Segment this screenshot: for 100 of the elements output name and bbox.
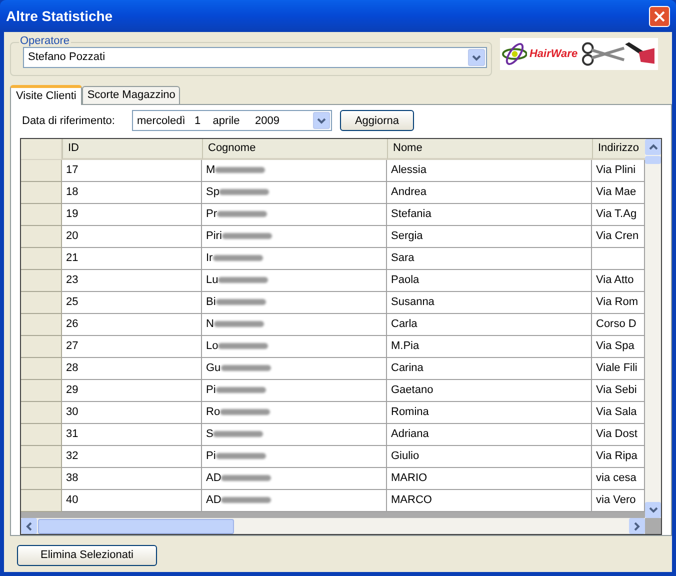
table-cell: 31: [62, 424, 202, 446]
table-cell: Via Sebi: [592, 380, 645, 402]
table-cell: Sp: [202, 182, 387, 204]
column-header[interactable]: Indirizzo: [592, 138, 645, 160]
vertical-scrollbar[interactable]: [645, 138, 661, 518]
tab[interactable]: Visite Clienti: [10, 85, 82, 105]
table-cell: via cesa: [592, 468, 645, 490]
table-cell: Via T.Ag: [592, 204, 645, 226]
table-cell: 17: [62, 160, 202, 182]
column-header[interactable]: Nome: [387, 138, 592, 160]
table-cell: Alessia: [387, 160, 592, 182]
table-cell: 25: [62, 292, 202, 314]
table-cell: 28: [62, 358, 202, 380]
row-header[interactable]: [21, 182, 62, 204]
row-header[interactable]: [21, 490, 62, 512]
row-header[interactable]: [21, 468, 62, 490]
table-cell: AD: [202, 468, 387, 490]
table-cell: Sara: [387, 248, 592, 270]
table-cell: 38: [62, 468, 202, 490]
chevron-down-icon: [472, 54, 481, 60]
chevron-up-icon: [648, 144, 658, 150]
chevron-left-icon: [26, 522, 32, 530]
table-cell: Pi: [202, 380, 387, 402]
chevron-right-icon: [634, 522, 640, 530]
tab[interactable]: Scorte Magazzino: [82, 86, 180, 104]
row-header[interactable]: [21, 204, 62, 226]
table-cell: 19: [62, 204, 202, 226]
table-cell: Pr: [202, 204, 387, 226]
chevron-down-icon: [648, 507, 658, 513]
table-cell: Paola: [387, 270, 592, 292]
row-header[interactable]: [21, 380, 62, 402]
table-cell: S: [202, 424, 387, 446]
table-cell: Pi: [202, 446, 387, 468]
table-cell: 40: [62, 490, 202, 512]
scroll-up-button[interactable]: [645, 138, 661, 155]
row-header[interactable]: [21, 314, 62, 336]
column-header[interactable]: Cognome: [202, 138, 387, 160]
table-cell: Susanna: [387, 292, 592, 314]
row-header[interactable]: [21, 336, 62, 358]
table-cell: Adriana: [387, 424, 592, 446]
row-header[interactable]: [21, 226, 62, 248]
table-cell: 27: [62, 336, 202, 358]
table-cell: Gu: [202, 358, 387, 380]
table-cell: Via Rom: [592, 292, 645, 314]
table-cell: 30: [62, 402, 202, 424]
table-cell: Via Sala: [592, 402, 645, 424]
column-header[interactable]: ID: [62, 138, 202, 160]
operator-dropdown[interactable]: Stefano Pozzati: [23, 47, 487, 68]
table-cell: MARCO: [387, 490, 592, 512]
refresh-button[interactable]: Aggiorna: [340, 110, 414, 132]
table-cell: MARIO: [387, 468, 592, 490]
chevron-down-icon: [317, 118, 326, 124]
table-cell: Via Spa: [592, 336, 645, 358]
table-cell: 20: [62, 226, 202, 248]
table-cell: Via Cren: [592, 226, 645, 248]
row-header[interactable]: [21, 446, 62, 468]
table-cell: Via Atto: [592, 270, 645, 292]
date-picker[interactable]: mercoledì 1 aprile 2009: [132, 110, 332, 132]
table-cell: 21: [62, 248, 202, 270]
table-cell: M: [202, 160, 387, 182]
table-cell: 23: [62, 270, 202, 292]
table-cell: Via Dost: [592, 424, 645, 446]
table-cell: 26: [62, 314, 202, 336]
row-header[interactable]: [21, 358, 62, 380]
window-title: Altre Statistiche: [6, 6, 113, 26]
row-header[interactable]: [21, 424, 62, 446]
dropdown-arrow-button[interactable]: [468, 49, 485, 66]
table-cell: Viale Fili: [592, 358, 645, 380]
row-header[interactable]: [21, 292, 62, 314]
table-cell: Romina: [387, 402, 592, 424]
table-cell: Via Mae: [592, 182, 645, 204]
dropdown-value: Stefano Pozzati: [28, 50, 106, 66]
row-header[interactable]: [21, 248, 62, 270]
row-header[interactable]: [21, 160, 62, 182]
table-cell: Via Ripa: [592, 446, 645, 468]
table-cell: 29: [62, 380, 202, 402]
dropdown-arrow-button[interactable]: [313, 112, 330, 130]
table-cell: Andrea: [387, 182, 592, 204]
row-header-corner: [21, 138, 62, 160]
table-cell: Ir: [202, 248, 387, 270]
table-cell: via Vero: [592, 490, 645, 512]
table-cell: N: [202, 314, 387, 336]
row-header[interactable]: [21, 402, 62, 424]
table-cell: Carla: [387, 314, 592, 336]
group-label: Operatore: [19, 35, 71, 47]
scroll-thumb[interactable]: [38, 518, 234, 534]
close-button[interactable]: [649, 6, 670, 26]
scroll-left-button[interactable]: [21, 518, 37, 534]
table-cell: Via Plini: [592, 160, 645, 182]
scroll-down-button[interactable]: [645, 502, 661, 518]
delete-selected-button[interactable]: Elimina Selezionati: [17, 545, 157, 566]
table-cell: Lo: [202, 336, 387, 358]
row-header[interactable]: [21, 270, 62, 292]
table-cell: Sergia: [387, 226, 592, 248]
scroll-thumb[interactable]: [645, 156, 661, 164]
table-cell: 18: [62, 182, 202, 204]
table-cell: M.Pia: [387, 336, 592, 358]
horizontal-scrollbar[interactable]: [21, 518, 645, 534]
scroll-right-button[interactable]: [629, 518, 645, 534]
table-cell: AD: [202, 490, 387, 512]
